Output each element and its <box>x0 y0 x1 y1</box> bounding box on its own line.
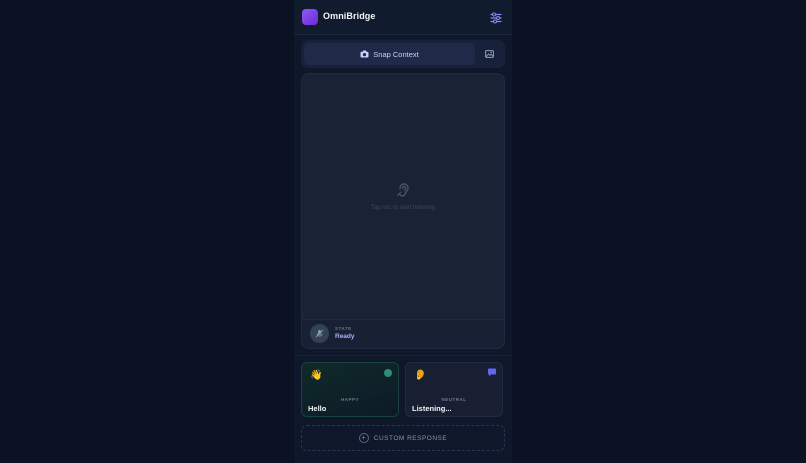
mic-off-icon <box>315 329 324 338</box>
state-value: Ready <box>335 333 355 340</box>
card-text: Listening... <box>412 404 452 413</box>
card-tag: HAPPY <box>340 397 359 402</box>
app-logo <box>302 9 318 25</box>
app-title: OmniBridge <box>323 11 376 21</box>
snap-bar: Snap Context <box>301 40 505 68</box>
chat-icon <box>488 368 496 377</box>
state-label: STATE <box>335 326 352 331</box>
custom-response-button[interactable]: + CUSTOM RESPONSE <box>301 425 505 451</box>
image-upload-button[interactable] <box>476 43 502 65</box>
snap-context-label: Snap Context <box>373 49 419 59</box>
card-text: Hello <box>308 404 327 413</box>
card-tag: NEUTRAL <box>441 397 467 402</box>
app-header: OmniBridge <box>294 0 512 35</box>
section-divider <box>294 355 512 356</box>
ear-icon <box>396 183 409 197</box>
snap-context-button[interactable]: Snap Context <box>304 43 475 65</box>
state-bar: STATE Ready <box>302 319 504 348</box>
image-icon <box>484 50 494 58</box>
sliders-icon <box>490 12 502 24</box>
settings-button[interactable] <box>490 11 502 24</box>
listening-hint: Tap mic to start listening <box>370 205 436 211</box>
camera-icon <box>360 50 369 58</box>
waving-hand-icon: 👋 <box>310 370 323 381</box>
status-dot <box>384 369 392 377</box>
plus-icon: + <box>358 433 369 443</box>
ear-emoji-icon: 👂 <box>414 370 427 381</box>
custom-response-label: CUSTOM RESPONSE <box>373 434 448 442</box>
mic-button[interactable] <box>310 324 329 343</box>
response-card-hello[interactable]: 👋 HAPPY Hello <box>301 362 399 417</box>
response-card-listening[interactable]: 👂 NEUTRAL Listening... <box>405 362 503 417</box>
listening-panel[interactable]: Tap mic to start listening STATE Ready <box>301 73 505 349</box>
app-panel: OmniBridge Snap Context Tap mic to start… <box>294 0 512 463</box>
